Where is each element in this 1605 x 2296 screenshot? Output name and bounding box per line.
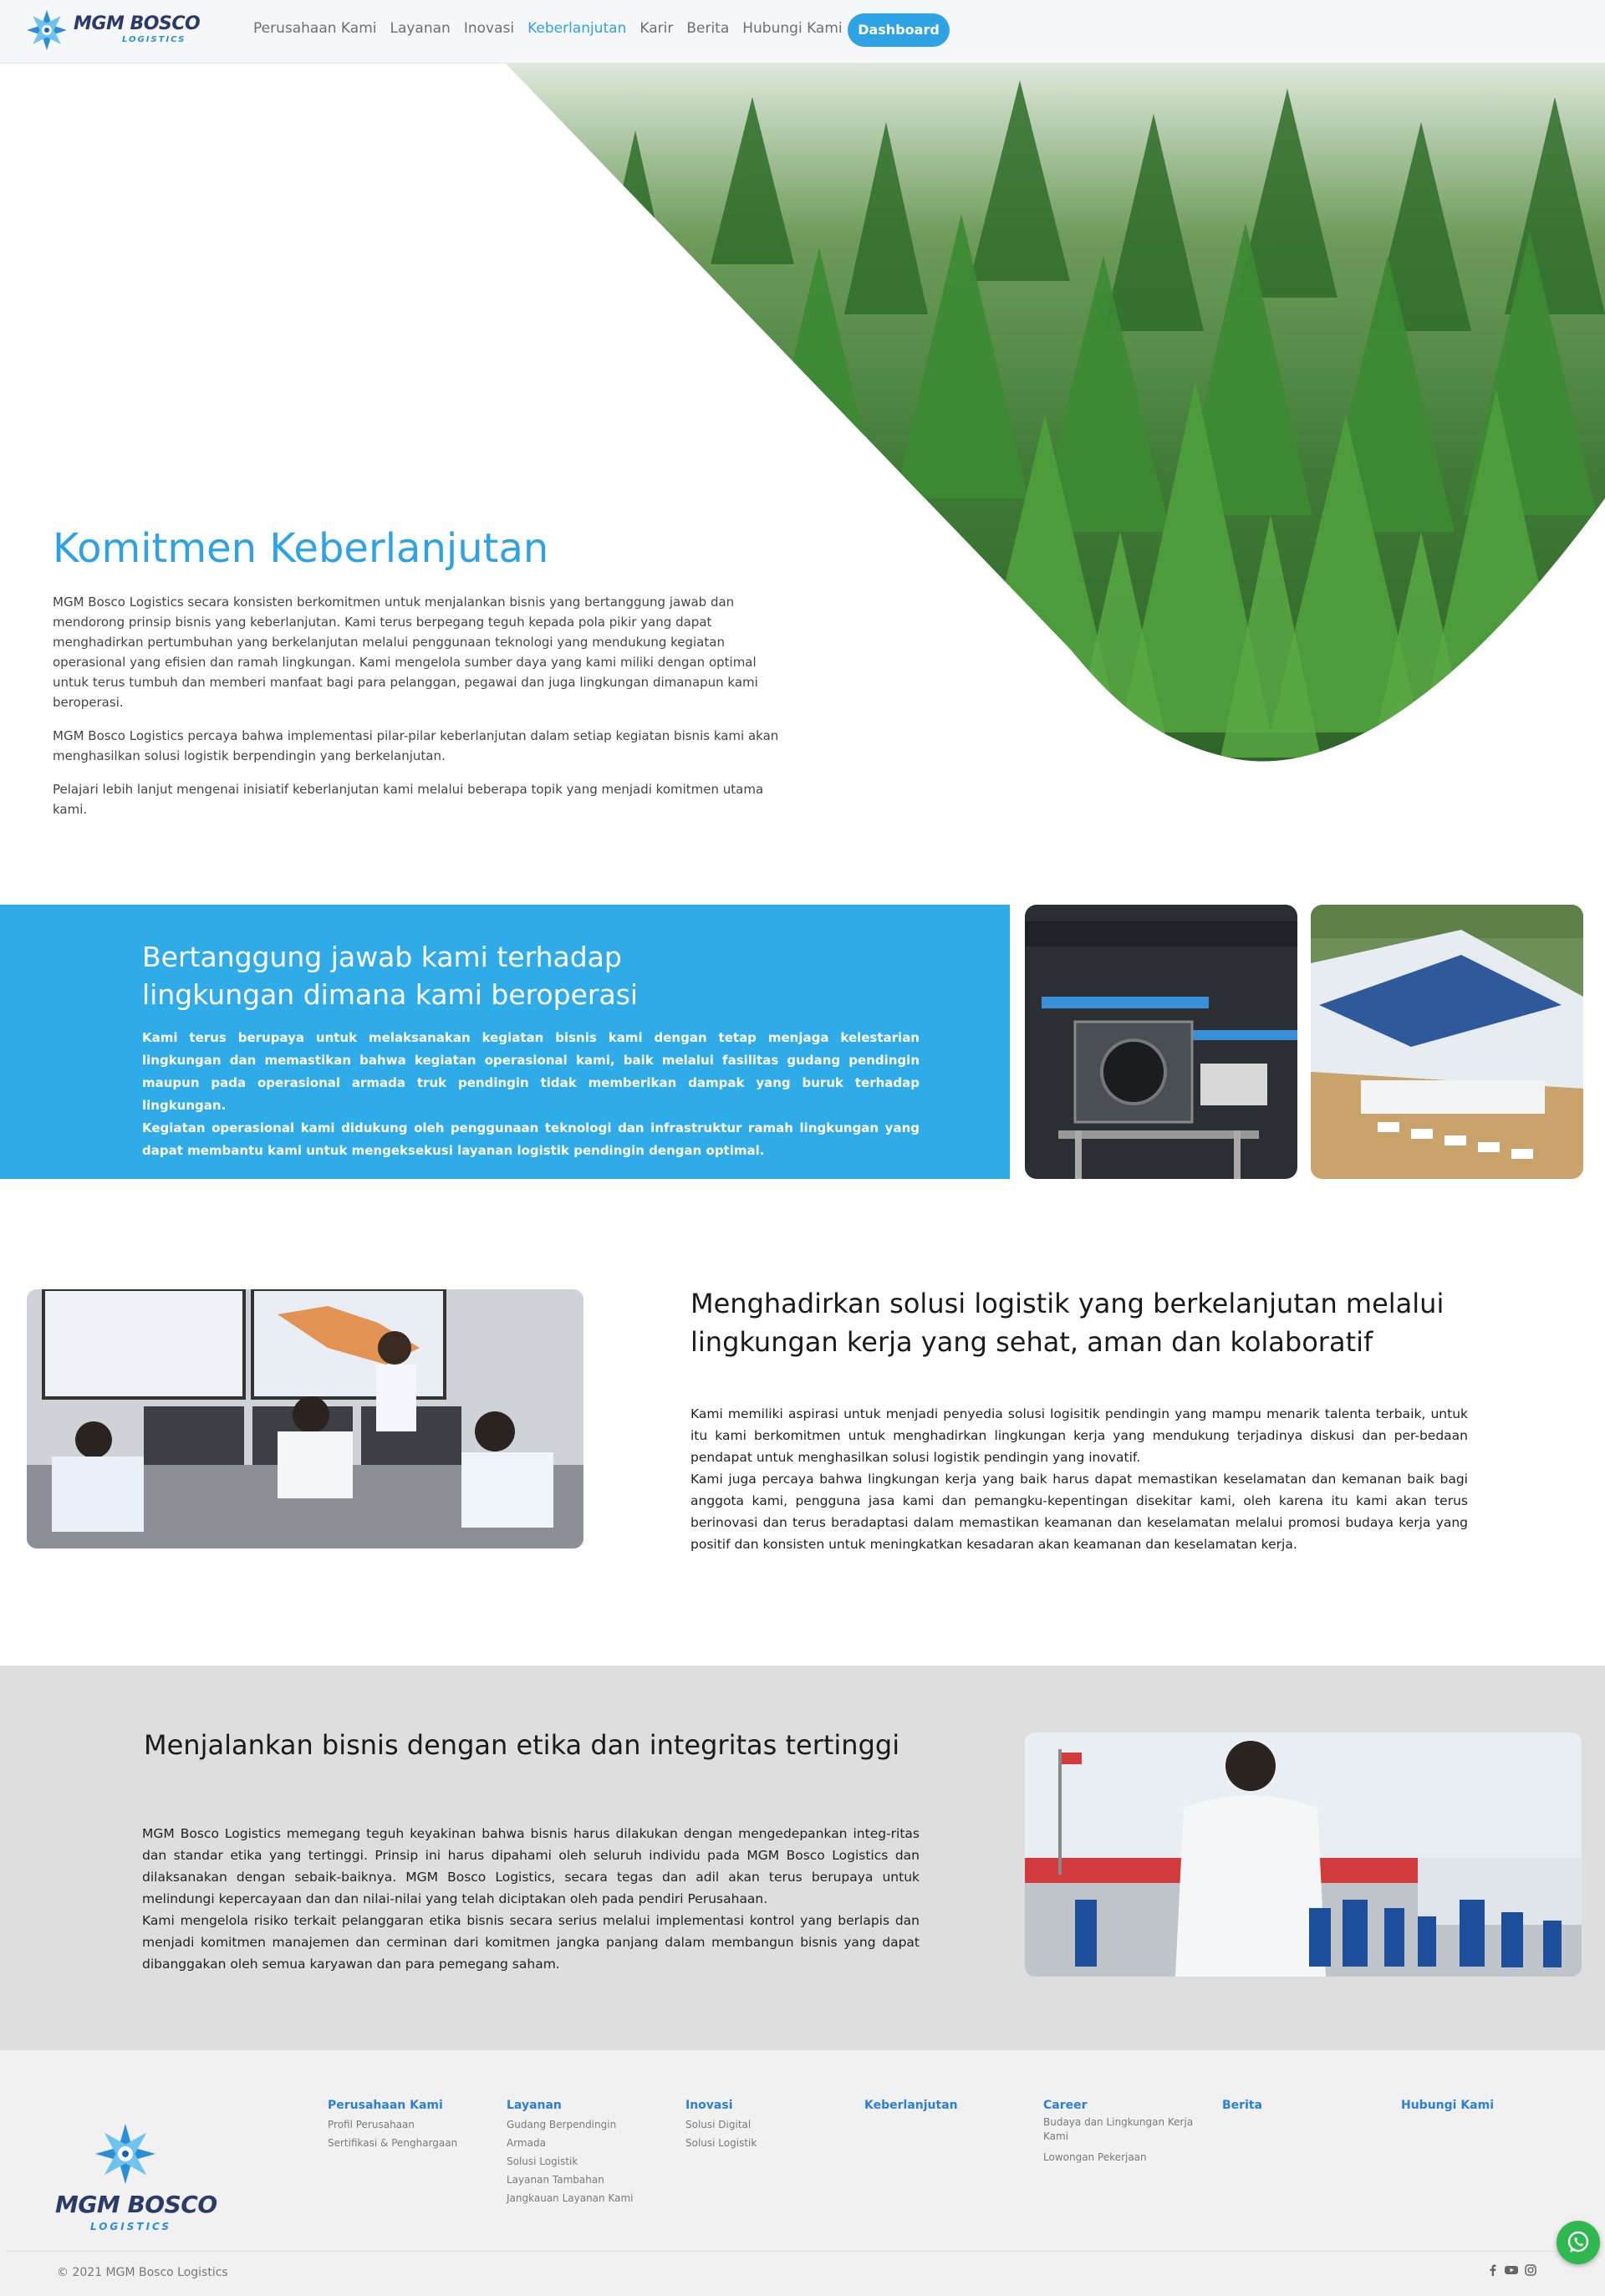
nav-item-berita[interactable]: Berita <box>686 20 729 37</box>
hero-title: Komitmen Keberlanjutan <box>53 525 549 572</box>
social-links <box>1488 2264 1536 2279</box>
nav-item-hubungi-kami[interactable]: Hubungi Kami <box>742 20 842 37</box>
brand-logo[interactable]: MGM BOSCO LOGISTICS <box>25 7 201 57</box>
environment-paragraph: Kegiatan operasional kami didukung oleh … <box>142 1120 920 1158</box>
footer-divider <box>7 2251 1598 2252</box>
footer-link[interactable]: Solusi Logistik <box>685 2134 844 2152</box>
copyright: © 2021 MGM Bosco Logistics <box>57 2266 228 2279</box>
footer-link[interactable]: Solusi Logistik <box>507 2152 665 2171</box>
environment-paragraph: Kami terus berupaya untuk melaksanakan k… <box>142 1030 920 1113</box>
footer-column-layanan: Layanan Gudang Berpendingin Armada Solus… <box>507 2099 665 2207</box>
main-nav: Perusahaan Kami Layanan Inovasi Keberlan… <box>253 20 843 37</box>
youtube-icon[interactable] <box>1505 2264 1518 2279</box>
footer-logo-star-icon <box>95 2124 155 2184</box>
footer-link[interactable]: Budaya dan Lingkungan Kerja Kami <box>1043 2115 1194 2144</box>
warehouse-photo <box>1311 905 1583 1179</box>
instagram-icon[interactable] <box>1525 2264 1536 2279</box>
footer-column-inovasi: Inovasi Solusi Digital Solusi Logistik <box>685 2099 844 2152</box>
brand-sub: LOGISTICS <box>122 35 186 44</box>
nav-item-layanan[interactable]: Layanan <box>390 20 450 37</box>
workplace-paragraph: Kami juga percaya bahwa lingkungan kerja… <box>690 1472 1468 1552</box>
footer-brand-sub: LOGISTICS <box>90 2221 172 2232</box>
footer-link[interactable]: Solusi Digital <box>685 2115 844 2134</box>
facebook-icon[interactable] <box>1488 2264 1498 2279</box>
logo-star-icon <box>27 10 67 50</box>
footer-brand-name: MGM BOSCO <box>55 2191 217 2218</box>
footer-heading[interactable]: Career <box>1043 2099 1194 2112</box>
hero-paragraph: Pelajari lebih lanjut mengenai inisiatif… <box>53 782 764 817</box>
workplace-text: Kami memiliki aspirasi untuk menjadi pen… <box>690 1403 1468 1555</box>
workplace-title: Menghadirkan solusi logistik yang berkel… <box>690 1288 1444 1358</box>
machinery-photo <box>1025 905 1297 1179</box>
whatsapp-icon <box>1567 2231 1589 2253</box>
footer-link[interactable]: Profil Perusahaan <box>328 2115 487 2134</box>
ethics-paragraph: MGM Bosco Logistics memegang teguh keyak… <box>142 1826 920 1906</box>
footer-column-hubungi: Hubungi Kami <box>1401 2099 1560 2115</box>
nav-item-perusahaan-kami[interactable]: Perusahaan Kami <box>253 20 376 37</box>
site-header: MGM BOSCO LOGISTICS Perusahaan Kami Laya… <box>0 0 1605 64</box>
hero-paragraph: MGM Bosco Logistics percaya bahwa implem… <box>53 728 779 763</box>
ethics-section: Menjalankan bisnis dengan etika dan inte… <box>0 1666 1605 2050</box>
hero-paragraph: MGM Bosco Logistics secara konsisten ber… <box>53 594 758 710</box>
environment-section: Bertanggung jawab kami terhadap lingkung… <box>0 905 1010 1179</box>
hero-intro: MGM Bosco Logistics secara konsisten ber… <box>53 592 784 833</box>
site-footer: MGM BOSCO LOGISTICS Perusahaan Kami Prof… <box>0 2050 1605 2296</box>
footer-link[interactable]: Lowongan Pekerjaan <box>1043 2148 1194 2166</box>
staff-briefing-photo <box>1025 1732 1582 1977</box>
environment-text: Kami terus berupaya untuk melaksanakan k… <box>142 1027 920 1162</box>
footer-heading[interactable]: Keberlanjutan <box>864 2099 1023 2112</box>
footer-heading[interactable]: Inovasi <box>685 2099 844 2112</box>
workplace-paragraph: Kami memiliki aspirasi untuk menjadi pen… <box>690 1406 1468 1465</box>
footer-heading[interactable]: Layanan <box>507 2099 665 2112</box>
footer-link[interactable]: Jangkauan Layanan Kami <box>507 2189 665 2207</box>
footer-heading[interactable]: Perusahaan Kami <box>328 2099 487 2112</box>
whatsapp-chat-button[interactable] <box>1557 2221 1600 2264</box>
dashboard-button[interactable]: Dashboard <box>848 13 950 47</box>
footer-column-perusahaan: Perusahaan Kami Profil Perusahaan Sertif… <box>328 2099 487 2152</box>
footer-column-career: Career Budaya dan Lingkungan Kerja Kami … <box>1043 2099 1194 2166</box>
nav-item-inovasi[interactable]: Inovasi <box>464 20 514 37</box>
environment-title: Bertanggung jawab kami terhadap lingkung… <box>142 941 639 1011</box>
footer-heading[interactable]: Hubungi Kami <box>1401 2099 1560 2112</box>
nav-item-keberlanjutan[interactable]: Keberlanjutan <box>527 20 626 37</box>
footer-link[interactable]: Sertifikasi & Penghargaan <box>328 2134 487 2152</box>
nav-item-karir[interactable]: Karir <box>639 20 673 37</box>
ethics-text: MGM Bosco Logistics memegang teguh keyak… <box>142 1823 920 1975</box>
brand-name: MGM BOSCO <box>74 13 201 34</box>
footer-column-keberlanjutan: Keberlanjutan <box>864 2099 1023 2115</box>
control-room-photo <box>27 1289 583 1549</box>
footer-column-berita: Berita <box>1222 2099 1381 2115</box>
footer-link[interactable]: Gudang Berpendingin <box>507 2115 665 2134</box>
footer-link[interactable]: Layanan Tambahan <box>507 2171 665 2189</box>
ethics-paragraph: Kami mengelola risiko terkait pelanggara… <box>142 1913 920 1972</box>
ethics-title: Menjalankan bisnis dengan etika dan inte… <box>144 1729 900 1761</box>
footer-heading[interactable]: Berita <box>1222 2099 1381 2112</box>
footer-logo[interactable]: MGM BOSCO LOGISTICS <box>52 2122 219 2232</box>
footer-link[interactable]: Armada <box>507 2134 665 2152</box>
